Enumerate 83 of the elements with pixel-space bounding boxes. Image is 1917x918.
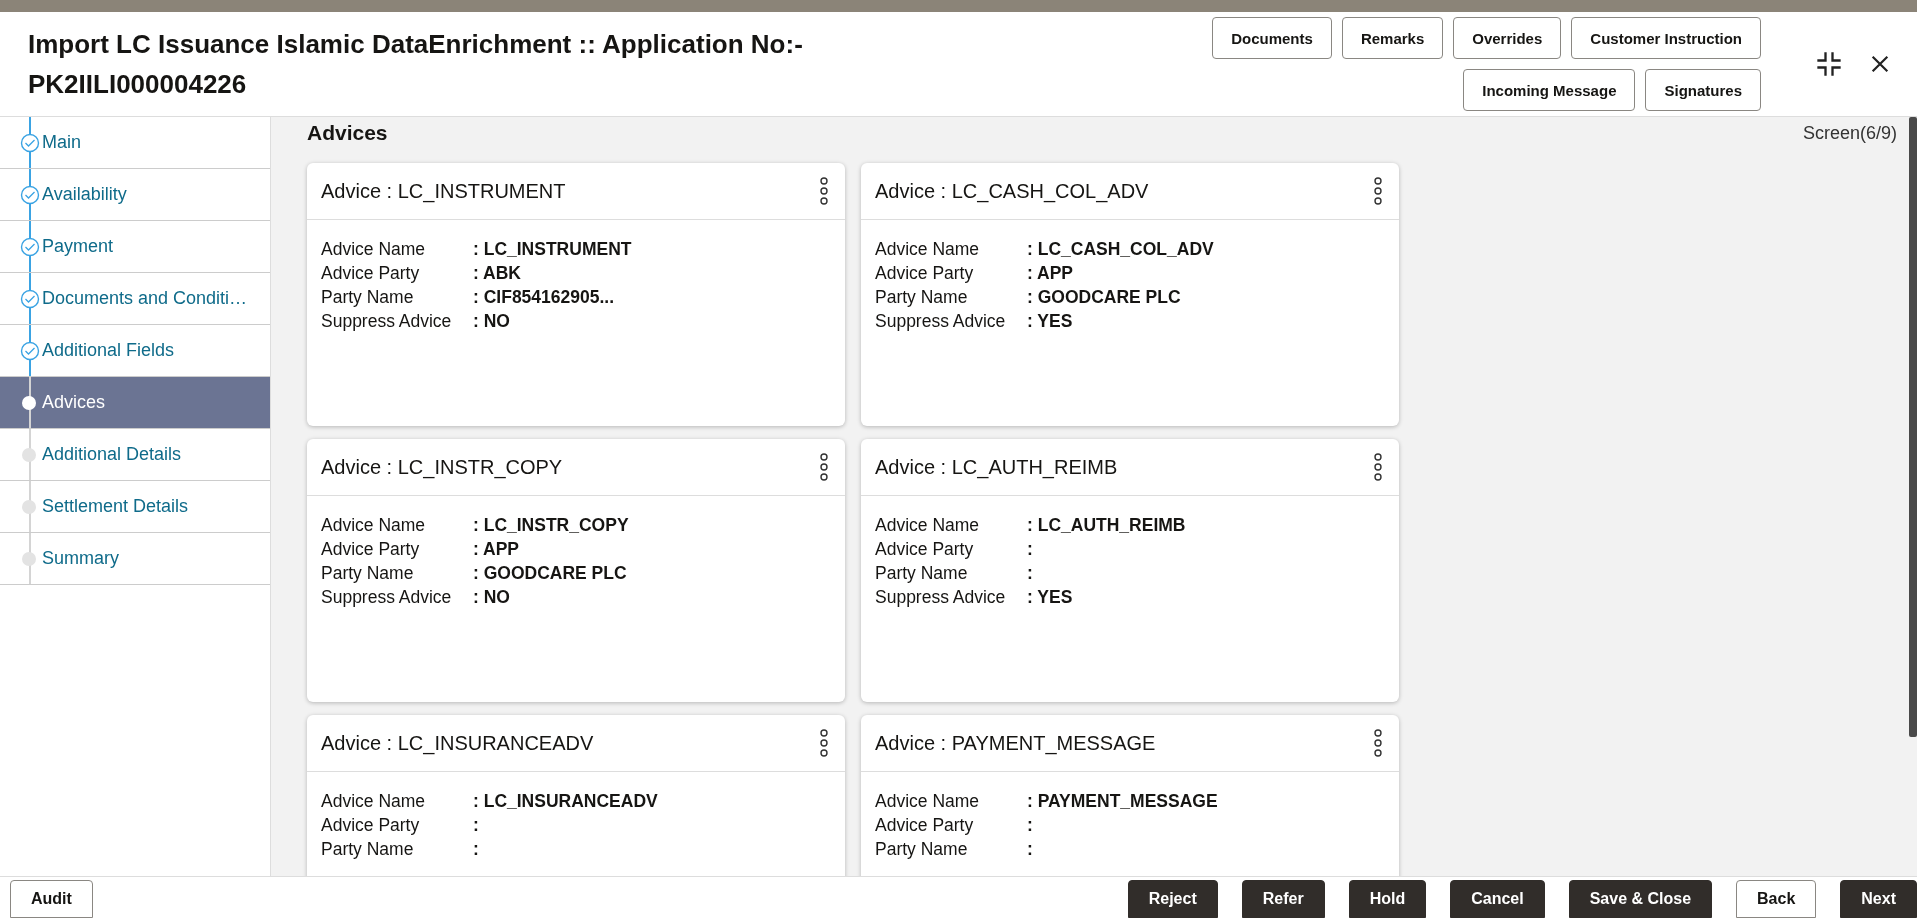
field-value: : PAYMENT_MESSAGE — [1027, 790, 1218, 813]
card-title: Advice : LC_INSURANCEADV — [321, 731, 594, 755]
footer-button[interactable]: Refer — [1241, 880, 1325, 918]
field-label: Party Name — [875, 562, 969, 585]
collapse-icon[interactable] — [1815, 50, 1843, 78]
field-label: Advice Party — [321, 538, 421, 561]
card-title: Advice : PAYMENT_MESSAGE — [875, 731, 1156, 755]
field-value: : LC_INSTR_COPY — [473, 514, 629, 537]
header-button[interactable]: Documents — [1212, 17, 1332, 59]
sidebar-item[interactable]: Availability — [0, 169, 270, 221]
field-label: Advice Name — [875, 790, 981, 813]
more-options-icon[interactable] — [819, 177, 829, 205]
field-value: : APP — [473, 538, 520, 561]
field-label: Party Name — [321, 286, 415, 309]
field-label: Party Name — [321, 562, 415, 585]
field-label: Advice Party — [321, 262, 421, 285]
field-value: : APP — [1027, 262, 1074, 285]
field-label: Party Name — [875, 286, 969, 309]
field-value: : — [1027, 562, 1033, 585]
header-button[interactable]: Remarks — [1341, 17, 1444, 59]
field-value: : — [1027, 538, 1033, 561]
field-label: Advice Name — [321, 514, 427, 537]
footer-button[interactable]: Reject — [1127, 880, 1218, 918]
section-title: Advices — [307, 121, 388, 145]
field-value: : — [1027, 838, 1033, 861]
footer-button[interactable]: Hold — [1348, 880, 1427, 918]
footer-button[interactable]: Back — [1736, 880, 1817, 918]
sidebar-item[interactable]: Main — [0, 117, 270, 169]
more-options-icon[interactable] — [819, 453, 829, 481]
header-button[interactable]: Customer Instruction — [1571, 17, 1761, 59]
field-label: Advice Name — [321, 238, 427, 261]
footer-button[interactable]: Save & Close — [1568, 880, 1713, 918]
sidebar-item[interactable]: Documents and Conditi… — [0, 273, 270, 325]
field-value: : LC_INSURANCEADV — [473, 790, 658, 813]
card-title: Advice : LC_INSTR_COPY — [321, 455, 563, 479]
field-label: Advice Name — [875, 514, 981, 537]
footer-button[interactable]: Audit — [10, 880, 93, 918]
sidebar-item[interactable]: Summary — [0, 533, 270, 585]
sidebar-item[interactable]: Advices — [0, 377, 270, 429]
field-label: Advice Name — [321, 790, 427, 813]
field-label: Advice Party — [875, 538, 975, 561]
more-options-icon[interactable] — [819, 729, 829, 757]
card-title: Advice : LC_CASH_COL_ADV — [875, 179, 1149, 203]
field-value: : LC_AUTH_REIMB — [1027, 514, 1186, 537]
field-label: Suppress Advice — [875, 586, 1007, 609]
field-value: : — [473, 814, 479, 837]
more-options-icon[interactable] — [1373, 729, 1383, 757]
close-icon[interactable] — [1869, 53, 1891, 75]
field-value: : NO — [473, 310, 510, 333]
more-options-icon[interactable] — [1373, 177, 1383, 205]
field-value: : — [1027, 814, 1033, 837]
card-title: Advice : LC_AUTH_REIMB — [875, 455, 1118, 479]
footer-button[interactable]: Next — [1840, 880, 1917, 918]
field-value: : LC_INSTRUMENT — [473, 238, 632, 261]
field-label: Advice Party — [875, 814, 975, 837]
field-label: Advice Party — [321, 814, 421, 837]
field-value: : LC_CASH_COL_ADV — [1027, 238, 1214, 261]
field-label: Advice Name — [875, 238, 981, 261]
field-value: : GOODCARE PLC — [1027, 286, 1181, 309]
field-label: Suppress Advice — [875, 310, 1007, 333]
footer-button[interactable]: Cancel — [1450, 880, 1545, 918]
field-label: Advice Party — [875, 262, 975, 285]
field-label: Suppress Advice — [321, 310, 453, 333]
field-value: : — [473, 838, 479, 861]
field-label: Suppress Advice — [321, 586, 453, 609]
field-label: Party Name — [875, 838, 969, 861]
field-value: : CIF854162905... — [473, 286, 615, 309]
header-button[interactable]: Incoming Message — [1463, 69, 1636, 111]
field-value: : YES — [1027, 586, 1073, 609]
more-options-icon[interactable] — [1373, 453, 1383, 481]
sidebar-item[interactable]: Additional Details — [0, 429, 270, 481]
screen-counter: Screen(6/9) — [1802, 122, 1897, 144]
field-label: Party Name — [321, 838, 415, 861]
header-button[interactable]: Signatures — [1645, 69, 1761, 111]
field-value: : ABK — [473, 262, 521, 285]
header-button[interactable]: Overrides — [1453, 17, 1562, 59]
field-value: : NO — [473, 586, 510, 609]
sidebar-item[interactable]: Settlement Details — [0, 481, 270, 533]
field-value: : YES — [1027, 310, 1073, 333]
field-value: : GOODCARE PLC — [473, 562, 627, 585]
card-title: Advice : LC_INSTRUMENT — [321, 179, 566, 203]
sidebar-item[interactable]: Payment — [0, 221, 270, 273]
window-title: Import LC Issuance Islamic DataEnrichment :: Application No:- PK2IILI000004226 — [28, 28, 804, 101]
